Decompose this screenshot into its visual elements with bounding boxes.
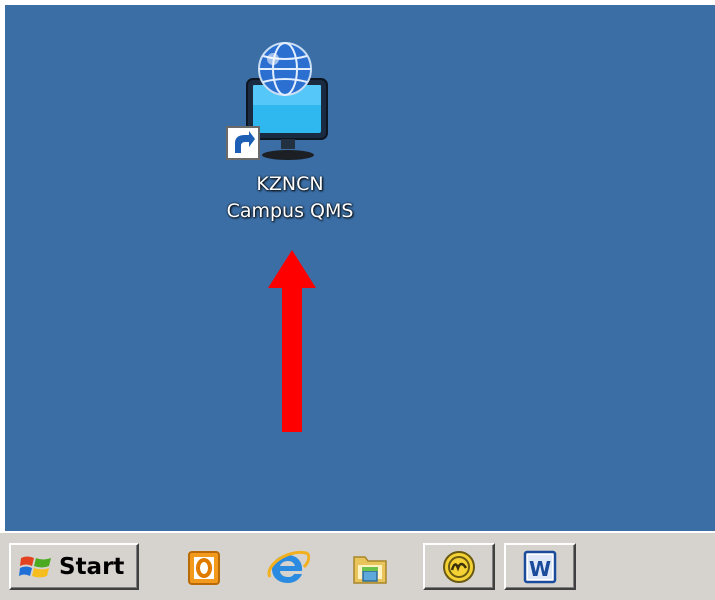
desktop-icon-label-line2: Campus QMS [226,200,354,222]
word-icon: W [523,550,557,584]
file-explorer-icon [353,556,387,584]
screen: KZNCN Campus QMS Start W [0,0,715,600]
fw-app-icon [443,551,475,583]
desktop[interactable]: KZNCN Campus QMS [5,5,715,531]
desktop-shortcut-kzncn-campus-qms[interactable]: KZNCN Campus QMS [195,35,385,247]
globe-monitor-shortcut-icon [226,42,328,160]
taskbar: Start W [0,531,715,600]
start-label: Start [59,554,125,580]
outlook-icon [188,551,220,585]
quicklaunch-outlook[interactable] [183,547,227,589]
start-button[interactable]: Start [9,543,139,590]
quicklaunch-internet-explorer[interactable] [266,547,310,589]
red-arrow-up-icon [268,250,316,432]
desktop-icon-label: KZNCN Campus QMS [195,171,385,225]
word-icon-letter: W [529,557,551,581]
taskbar-app-word[interactable]: W [504,543,576,590]
quicklaunch-file-explorer[interactable] [348,547,392,589]
windows-flag-icon [19,556,51,578]
taskbar-app-fw[interactable] [423,543,495,590]
desktop-icon-label-line1: KZNCN [256,173,324,195]
internet-explorer-icon [267,550,310,583]
